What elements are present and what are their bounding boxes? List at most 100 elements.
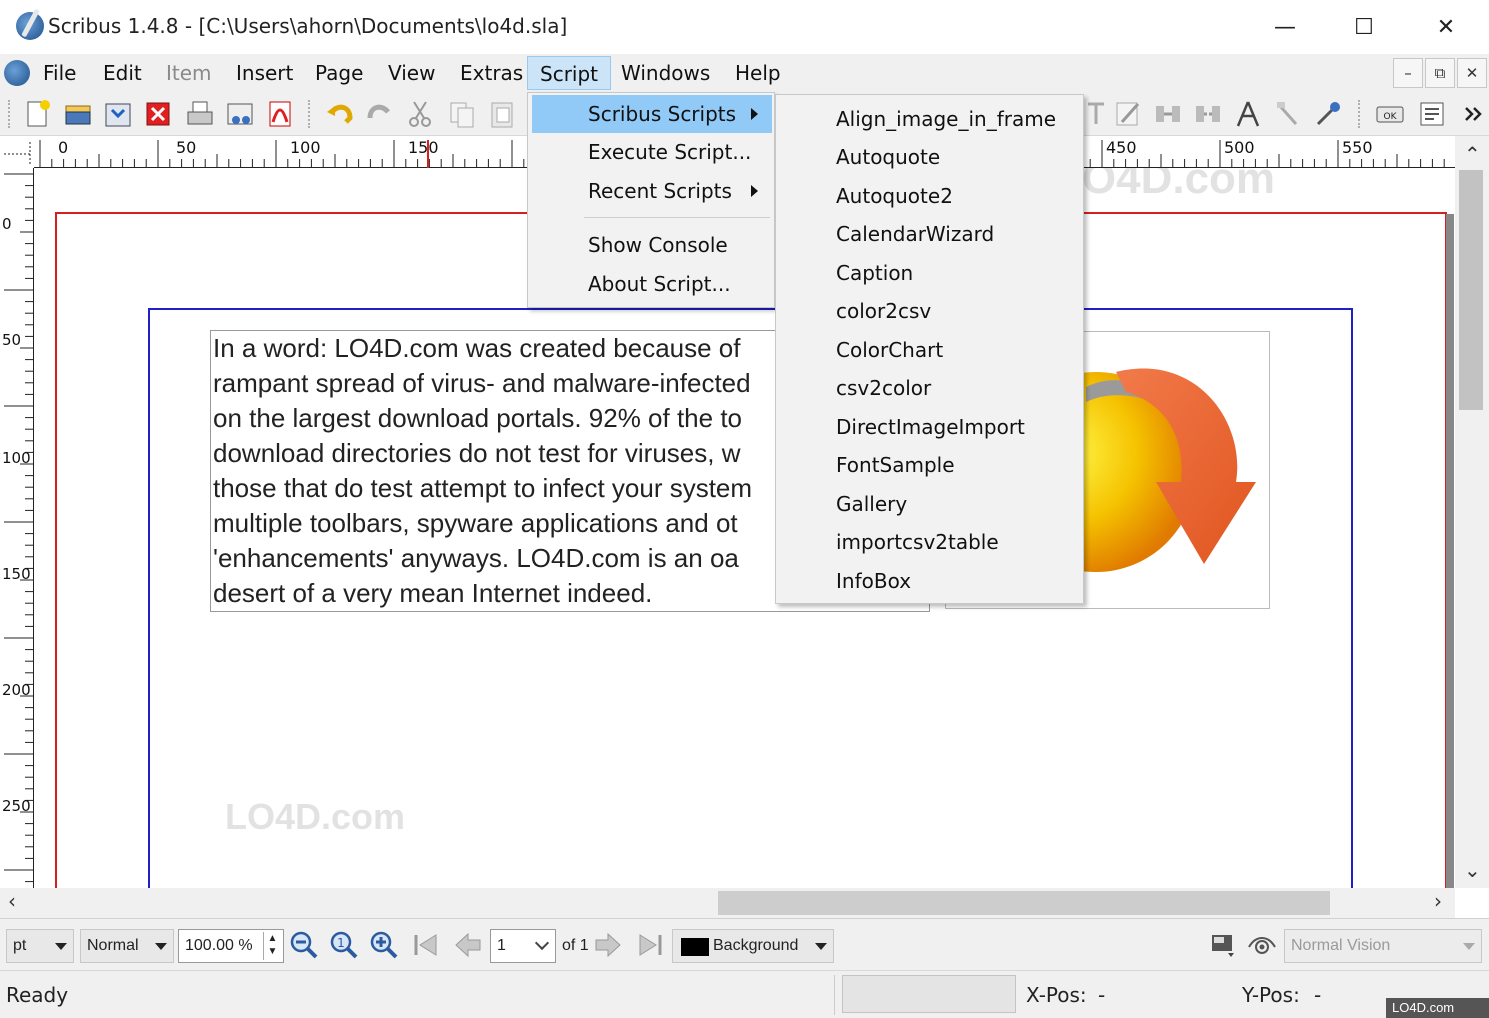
maximize-button[interactable]: ☐ [1341, 8, 1387, 46]
last-page-icon[interactable] [634, 929, 666, 961]
zoom-out-icon[interactable] [288, 929, 320, 961]
unit-select[interactable]: pt [6, 929, 74, 963]
menu-extras[interactable]: Extras [448, 56, 535, 90]
x-pos-label: X-Pos: [1026, 983, 1087, 1007]
zoom-field[interactable]: 100.00 % ▲ ▼ [178, 929, 284, 963]
zoom-in-icon[interactable] [368, 929, 400, 961]
ruler-label: 200 [2, 681, 31, 699]
script-calendarwizard[interactable]: CalendarWizard [780, 215, 1080, 253]
menu-file[interactable]: File [31, 56, 88, 90]
menu-script[interactable]: Script [527, 56, 612, 90]
page-number-select[interactable]: 1 [490, 929, 556, 963]
menu-item-about-script[interactable]: About Script... [532, 265, 772, 303]
vision-select[interactable]: Normal Vision [1284, 929, 1482, 963]
horizontal-scroll-thumb[interactable] [718, 891, 1330, 915]
svg-text:OK: OK [1384, 112, 1398, 122]
menu-item-recent-scripts[interactable]: Recent Scripts [532, 172, 772, 210]
preview-mode-icon[interactable] [1208, 929, 1240, 961]
copy-properties-icon[interactable] [1272, 98, 1304, 130]
vertical-ruler[interactable]: 0 50 100 150 200 250 [0, 168, 34, 888]
menu-item-scribus-scripts[interactable]: Scribus Scripts [532, 95, 772, 133]
menu-help[interactable]: Help [723, 56, 793, 90]
previous-page-icon[interactable] [452, 929, 484, 961]
scroll-down-icon[interactable]: ⌄ [1464, 858, 1481, 882]
script-gallery[interactable]: Gallery [780, 485, 1080, 523]
next-page-icon[interactable] [592, 929, 624, 961]
unlink-frames-icon[interactable] [1192, 98, 1224, 130]
menu-edit[interactable]: Edit [91, 56, 154, 90]
layer-select[interactable]: Background [672, 929, 834, 963]
menu-item-execute-script[interactable]: Execute Script... [532, 133, 772, 171]
vertical-scrollbar[interactable]: ⌃ ⌄ [1455, 136, 1489, 888]
eye-icon[interactable] [1246, 929, 1278, 961]
close-button[interactable]: ✕ [1423, 8, 1469, 46]
new-document-icon[interactable] [22, 98, 54, 130]
save-icon[interactable] [102, 98, 134, 130]
link-frames-icon[interactable] [1152, 98, 1184, 130]
chevron-down-icon [155, 943, 167, 950]
chevron-down-icon [815, 943, 827, 950]
more-icon[interactable] [1458, 98, 1489, 130]
menu-item[interactable]: Item [154, 56, 224, 90]
edit-text-icon[interactable] [1112, 98, 1144, 130]
page-count: of 1 [562, 937, 589, 954]
vertical-scroll-thumb[interactable] [1459, 170, 1483, 410]
script-color2csv[interactable]: color2csv [780, 292, 1080, 330]
print-icon[interactable] [184, 98, 216, 130]
document-menu-icon[interactable] [4, 60, 30, 86]
undo-icon[interactable] [324, 98, 356, 130]
window-title: Scribus 1.4.8 - [C:\Users\ahorn\Document… [48, 14, 568, 38]
toolbar-separator [308, 100, 310, 128]
minimize-button[interactable]: — [1262, 8, 1308, 46]
text-icon[interactable] [1080, 98, 1112, 130]
zoom-100-icon[interactable]: 1 [328, 929, 360, 961]
script-caption[interactable]: Caption [780, 254, 1080, 292]
eyedropper-icon[interactable] [1312, 98, 1344, 130]
pdf-field-icon[interactable] [1416, 98, 1448, 130]
open-icon[interactable] [62, 98, 94, 130]
redo-icon[interactable] [364, 98, 396, 130]
submenu-arrow-icon [751, 108, 758, 120]
script-menu: Scribus Scripts Execute Script... Recent… [527, 92, 775, 308]
export-pdf-icon[interactable] [264, 98, 296, 130]
script-autoquote[interactable]: Autoquote [780, 138, 1080, 176]
preflight-icon[interactable] [224, 98, 256, 130]
ruler-label: 450 [1106, 138, 1137, 157]
page-number-value: 1 [497, 937, 506, 954]
menu-bar: File Edit Item Insert Page View Extras S… [0, 54, 1489, 92]
scroll-left-icon[interactable]: ‹ [8, 889, 16, 913]
script-importcsv2table[interactable]: importcsv2table [780, 523, 1080, 561]
image-mode-select[interactable]: Normal [80, 929, 174, 963]
script-directimageimport[interactable]: DirectImageImport [780, 408, 1080, 446]
title-bar: Scribus 1.4.8 - [C:\Users\ahorn\Document… [0, 0, 1489, 54]
ok-icon[interactable]: OK [1374, 98, 1406, 130]
script-colorchart[interactable]: ColorChart [780, 331, 1080, 369]
menu-page[interactable]: Page [303, 56, 375, 90]
scroll-right-icon[interactable]: › [1434, 889, 1442, 913]
mdi-restore-button[interactable]: ⧉ [1425, 58, 1455, 88]
script-csv2color[interactable]: csv2color [780, 369, 1080, 407]
ruler-label: 250 [2, 797, 31, 815]
menu-item-show-console[interactable]: Show Console [532, 226, 772, 264]
cut-icon[interactable] [404, 98, 436, 130]
menu-separator [584, 217, 770, 218]
layer-value: Background [713, 937, 799, 954]
measure-icon[interactable] [1232, 98, 1264, 130]
menu-insert[interactable]: Insert [224, 56, 305, 90]
mdi-minimize-button[interactable]: – [1393, 58, 1423, 88]
horizontal-scrollbar[interactable]: ‹ › [0, 888, 1455, 918]
first-page-icon[interactable] [410, 929, 442, 961]
image-mode-value: Normal [87, 937, 139, 954]
paste-icon[interactable] [486, 98, 518, 130]
copy-icon[interactable] [446, 98, 478, 130]
script-align-image-in-frame[interactable]: Align_image_in_frame [780, 100, 1080, 138]
scroll-up-icon[interactable]: ⌃ [1464, 142, 1481, 166]
zoom-stepper[interactable]: ▲ ▼ [263, 932, 281, 960]
script-infobox[interactable]: InfoBox [780, 562, 1080, 600]
close-document-icon[interactable] [142, 98, 174, 130]
script-fontsample[interactable]: FontSample [780, 446, 1080, 484]
script-autoquote2[interactable]: Autoquote2 [780, 177, 1080, 215]
menu-view[interactable]: View [376, 56, 447, 90]
mdi-close-button[interactable]: ✕ [1457, 58, 1487, 88]
menu-windows[interactable]: Windows [609, 56, 722, 90]
